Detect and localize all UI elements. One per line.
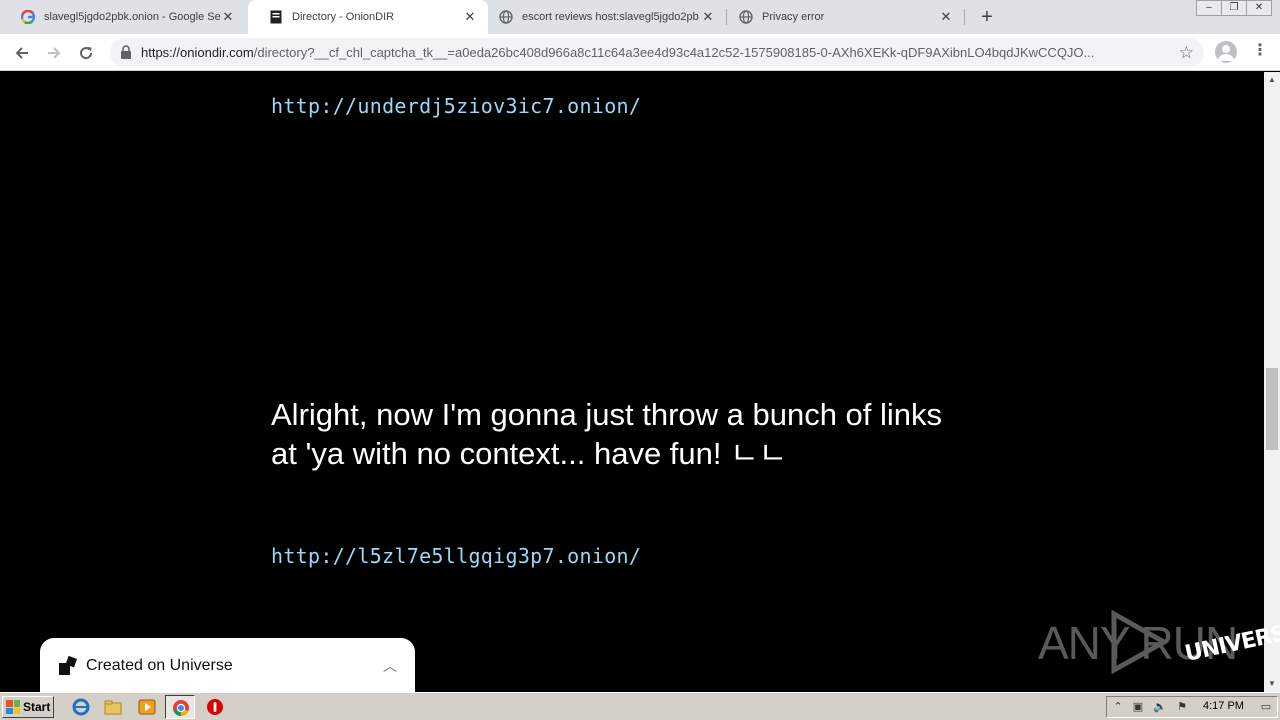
google-icon (20, 9, 36, 25)
browser-toolbar: https://oniondir.com/directory?__cf_chl_… (0, 34, 1280, 71)
scrollbar-thumb[interactable] (1266, 368, 1278, 450)
intro-paragraph: Alright, now I'm gonna just throw a bunc… (271, 397, 943, 471)
close-tab-icon[interactable]: ✕ (462, 9, 478, 25)
url-path: /directory?__cf_chl_captcha_tk__=a0eda26… (253, 45, 1095, 60)
folder-icon[interactable] (104, 698, 122, 716)
tab-title: escort reviews host:slavegl5jgdo2pb (522, 11, 699, 23)
onion-link-underdj[interactable]: http://underdj5ziov3ic7.onion/ (271, 94, 641, 118)
url-text[interactable]: https://oniondir.com/directory?__cf_chl_… (141, 45, 1171, 60)
action-center-flag-icon[interactable]: ⚑ (1175, 700, 1189, 714)
globe-icon (738, 9, 754, 25)
page-scrollbar[interactable]: ▲ ▼ (1264, 72, 1280, 692)
close-window-button[interactable]: ✕ (1246, 0, 1272, 16)
page-content: http://underdj5ziov3ic7.onion/ Alright, … (0, 72, 1264, 692)
tab-privacy-error[interactable]: Privacy error ✕ (718, 0, 964, 34)
url-host: https://oniondir.com (141, 45, 254, 60)
chrome-icon (173, 700, 189, 717)
network-icon[interactable]: ▣ (1131, 700, 1145, 714)
minimize-button[interactable]: – (1196, 0, 1222, 16)
taskbar-clock[interactable]: 4:17 PM (1203, 700, 1244, 712)
tab-separator (964, 9, 965, 25)
profile-avatar-icon[interactable] (1215, 41, 1237, 63)
globe-icon (498, 9, 514, 25)
new-tab-button[interactable]: + (976, 6, 998, 28)
tab-title: slavegl5jgdo2pbk.onion - Google Sea (44, 11, 220, 23)
back-arrow-icon (15, 47, 28, 59)
close-tab-icon[interactable]: ✕ (220, 9, 236, 25)
close-tab-icon[interactable]: ✕ (700, 9, 716, 25)
onion-link-l5zl7e[interactable]: http://l5zl7e5llgqig3p7.onion/ (271, 544, 641, 568)
tab-oniondir[interactable]: Directory - OnionDIR ✕ (248, 0, 488, 34)
tab-google-search[interactable]: slavegl5jgdo2pbk.onion - Google Sea ✕ (0, 0, 246, 34)
tab-escort-reviews[interactable]: escort reviews host:slavegl5jgdo2pb ✕ (478, 0, 726, 34)
windows-taskbar: Start ⌃ ▣ 🔈 ⚑ 4:17 PM ▭ (0, 692, 1280, 720)
play-logo-icon (1111, 610, 1170, 674)
universe-banner[interactable]: Created on Universe ︿ (40, 638, 415, 698)
internet-explorer-icon[interactable] (72, 698, 90, 716)
browser-window: slavegl5jgdo2pbk.onion - Google Sea ✕ Di… (0, 0, 1280, 698)
scroll-down-arrow-icon[interactable]: ▼ (1264, 676, 1280, 692)
tray-expand-icon[interactable]: ⌃ (1111, 700, 1125, 714)
window-controls: – ❐ ✕ (1196, 0, 1272, 16)
forward-button[interactable] (42, 41, 66, 65)
reload-button[interactable] (74, 41, 98, 65)
restore-button[interactable]: ❐ (1221, 0, 1247, 16)
bookmark-star-icon[interactable]: ☆ (1179, 43, 1194, 63)
taskbar-chrome-button[interactable] (165, 695, 195, 719)
system-tray: ⌃ ▣ 🔈 ⚑ 4:17 PM ▭ (1106, 696, 1278, 718)
volume-icon[interactable]: 🔈 (1153, 700, 1167, 714)
document-icon (268, 9, 284, 25)
opera-icon[interactable] (206, 698, 224, 716)
tab-title: Privacy error (762, 11, 825, 23)
close-tab-icon[interactable]: ✕ (938, 9, 954, 25)
universe-logo-icon (59, 656, 78, 675)
universe-banner-label: Created on Universe (86, 657, 233, 674)
media-player-icon[interactable] (138, 698, 156, 716)
forward-arrow-icon (48, 47, 61, 59)
chevron-up-icon[interactable]: ︿ (383, 656, 397, 676)
back-button[interactable] (10, 41, 34, 65)
menu-kebab-icon[interactable]: ⋮ (1252, 42, 1268, 62)
tab-title: Directory - OnionDIR (292, 11, 395, 23)
start-button[interactable]: Start (2, 696, 54, 718)
show-desktop-icon[interactable]: ▭ (1257, 700, 1275, 714)
start-label: Start (23, 700, 51, 714)
reload-icon (80, 47, 93, 60)
lock-icon (121, 45, 131, 59)
address-bar[interactable]: https://oniondir.com/directory?__cf_chl_… (110, 38, 1204, 67)
scroll-up-arrow-icon[interactable]: ▲ (1264, 72, 1280, 88)
tab-strip: slavegl5jgdo2pbk.onion - Google Sea ✕ Di… (0, 0, 1280, 34)
windows-flag-icon (6, 700, 20, 714)
